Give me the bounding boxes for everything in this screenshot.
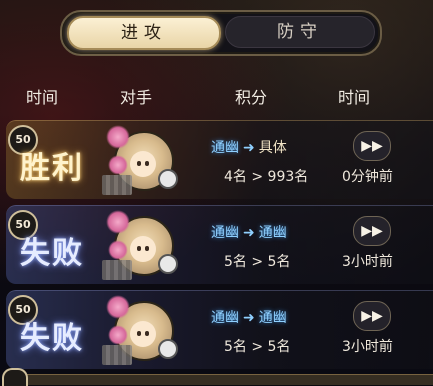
flower-decoration-icon bbox=[108, 240, 128, 260]
blurred-name bbox=[102, 175, 132, 195]
avatar-face bbox=[130, 236, 156, 262]
opponent-avatar[interactable] bbox=[102, 295, 178, 365]
rank-change: 通幽 ➜ 通幽 bbox=[211, 222, 287, 242]
replay-button[interactable]: ▶▶ bbox=[353, 301, 391, 331]
flower-decoration-icon bbox=[106, 210, 130, 234]
battle-result: 失败 bbox=[20, 236, 84, 271]
rank-change: 通幽 ➜ 通幽 bbox=[211, 307, 287, 327]
battle-result: 胜利 bbox=[20, 151, 84, 186]
rank-to: 通幽 bbox=[258, 310, 287, 326]
mini-avatar-icon bbox=[158, 339, 178, 359]
right-arrow-icon: ➜ bbox=[243, 140, 255, 156]
avatar-eye bbox=[137, 161, 141, 166]
rank-from: 通幽 bbox=[211, 140, 239, 156]
avatar-eye bbox=[145, 161, 149, 166]
avatar-face bbox=[130, 151, 156, 177]
opponent-avatar[interactable] bbox=[102, 125, 178, 195]
play-forward-icon: ▶▶ bbox=[361, 308, 383, 324]
play-forward-icon: ▶▶ bbox=[361, 138, 383, 154]
avatar-eye bbox=[137, 331, 141, 336]
replay-button[interactable]: ▶▶ bbox=[353, 216, 391, 246]
score-change: 4名 > 993名 bbox=[224, 169, 309, 185]
tab-bar: 进攻 防守 bbox=[60, 10, 382, 56]
right-arrow-icon: ➜ bbox=[243, 310, 255, 326]
time-ago: 0分钟前 bbox=[342, 169, 393, 185]
header-points: 积分 bbox=[235, 88, 268, 107]
replay-button[interactable]: ▶▶ bbox=[353, 131, 391, 161]
avatar-eye bbox=[145, 331, 149, 336]
flower-decoration-icon bbox=[106, 125, 130, 149]
rank-change: 通幽 ➜ 具体 bbox=[211, 137, 287, 157]
avatar-eye bbox=[145, 246, 149, 251]
score-change: 5名 > 5名 bbox=[224, 339, 291, 355]
flower-decoration-icon bbox=[108, 325, 128, 345]
rank-from: 通幽 bbox=[211, 225, 239, 241]
battle-record-row[interactable]: 50 失败 通幽 ➜ 通幽 5名 > 5名 ▶▶ 3小时前 bbox=[6, 205, 433, 284]
level-badge-partial bbox=[2, 368, 28, 386]
flower-decoration-icon bbox=[106, 295, 130, 319]
play-forward-icon: ▶▶ bbox=[361, 223, 383, 239]
time-ago: 3小时前 bbox=[342, 254, 393, 270]
rank-from: 通幽 bbox=[211, 310, 239, 326]
mini-avatar-icon bbox=[158, 254, 178, 274]
avatar-face bbox=[130, 321, 156, 347]
rank-to: 具体 bbox=[258, 140, 287, 156]
mini-avatar-icon bbox=[158, 169, 178, 189]
header-opponent: 对手 bbox=[120, 88, 153, 107]
opponent-avatar[interactable] bbox=[102, 210, 178, 280]
battle-record-row-partial[interactable] bbox=[6, 374, 433, 385]
right-arrow-icon: ➜ bbox=[243, 225, 255, 241]
header-time: 时间 bbox=[26, 88, 59, 107]
tab-defense[interactable]: 防守 bbox=[225, 16, 375, 48]
blurred-name bbox=[102, 260, 132, 280]
battle-result: 失败 bbox=[20, 321, 84, 356]
rank-to: 通幽 bbox=[258, 225, 287, 241]
blurred-name bbox=[102, 345, 132, 365]
avatar-eye bbox=[137, 246, 141, 251]
battle-record-row[interactable]: 50 胜利 通幽 ➜ 具体 4名 > 993名 ▶▶ 0分钟前 bbox=[6, 120, 433, 199]
battle-record-row[interactable]: 50 失败 通幽 ➜ 通幽 5名 > 5名 ▶▶ 3小时前 bbox=[6, 290, 433, 369]
flower-decoration-icon bbox=[108, 155, 128, 175]
tab-attack[interactable]: 进攻 bbox=[67, 16, 221, 50]
score-change: 5名 > 5名 bbox=[224, 254, 291, 270]
header-time-ago: 时间 bbox=[338, 88, 371, 107]
time-ago: 3小时前 bbox=[342, 339, 393, 355]
